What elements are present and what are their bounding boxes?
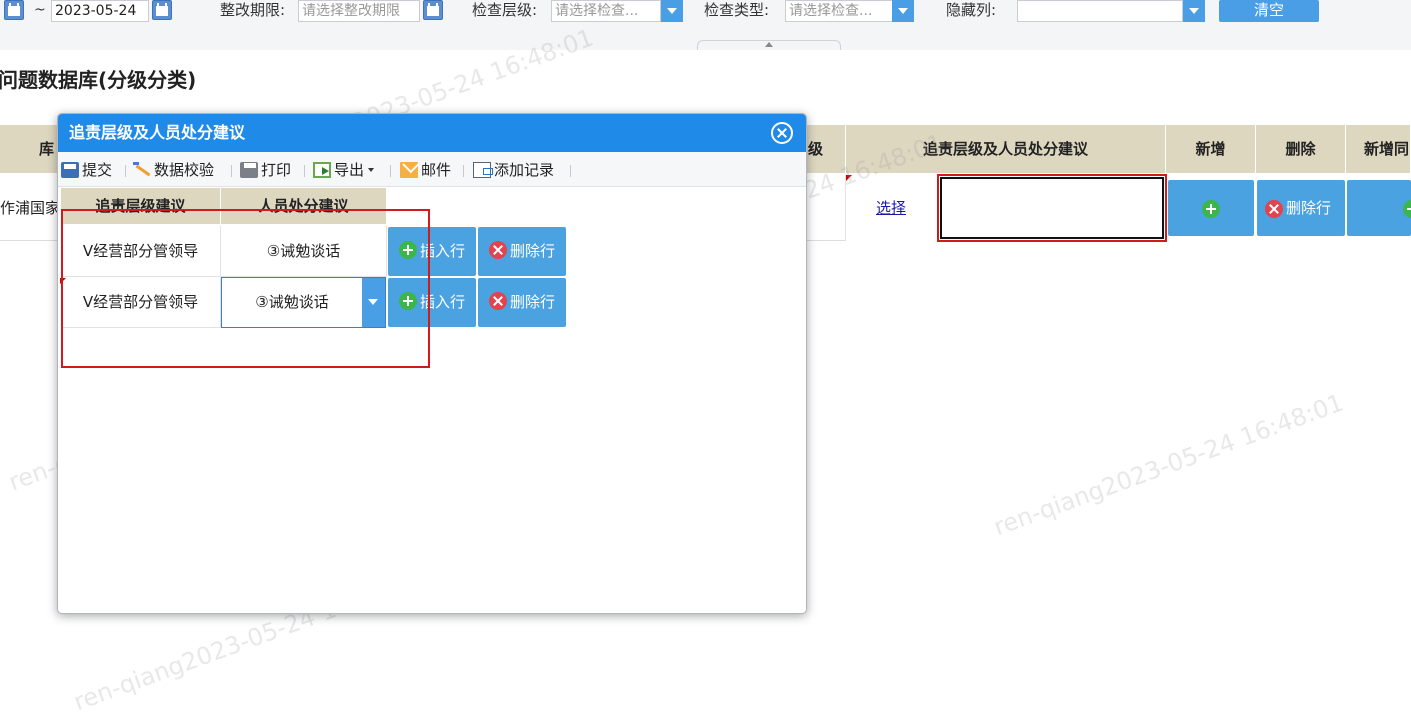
add-record-label: 添加记录 xyxy=(494,161,555,179)
collapse-toggle[interactable] xyxy=(697,40,841,50)
submit-button[interactable]: 提交 xyxy=(61,161,112,179)
grid-cell-level[interactable]: Ⅴ经营部分管领导 xyxy=(61,277,221,328)
mail-icon xyxy=(400,162,418,178)
rectify-deadline-label: 整改期限: xyxy=(220,1,286,19)
add-row-button[interactable] xyxy=(1168,180,1254,236)
dialog-title: 追责层级及人员处分建议 xyxy=(58,114,806,152)
chevron-down-icon[interactable] xyxy=(661,0,683,22)
accountability-edit-cell[interactable] xyxy=(937,174,1167,242)
print-icon xyxy=(240,162,258,178)
insert-row-label: 插入行 xyxy=(419,242,465,260)
clear-button[interactable]: 清空 xyxy=(1219,0,1319,22)
delete-icon xyxy=(1265,199,1283,218)
table-header-delete: 删除 xyxy=(1256,125,1346,173)
toolbar-divider xyxy=(304,165,305,177)
plus-icon xyxy=(398,292,417,310)
punishment-select[interactable]: ③诫勉谈话 xyxy=(221,277,386,328)
hidden-cols-select[interactable] xyxy=(1017,0,1183,22)
calendar-start-icon[interactable] xyxy=(4,0,24,20)
check-type-select[interactable]: 请选择检查... xyxy=(785,0,893,22)
table-header-accountability: 追责层级及人员处分建议 xyxy=(846,125,1166,173)
delete-row-button[interactable]: 删除行 xyxy=(478,278,566,327)
plus-icon xyxy=(398,241,417,259)
insert-row-button[interactable]: 插入行 xyxy=(388,227,476,276)
select-link[interactable]: 选择 xyxy=(876,197,906,218)
delete-row-button[interactable]: 删除行 xyxy=(478,227,566,276)
punishment-select-value: ③诫勉谈话 xyxy=(255,293,329,311)
grid-header-punishment: 人员处分建议 xyxy=(221,188,387,224)
add-record-icon xyxy=(473,162,493,178)
insert-row-button[interactable]: 插入行 xyxy=(388,278,476,327)
delete-row-label: 删除行 xyxy=(509,242,555,260)
table-header-level: 级 xyxy=(806,125,846,173)
insert-row-label: 插入行 xyxy=(419,293,465,311)
chevron-down-icon[interactable] xyxy=(362,278,385,327)
dirty-cell-marker xyxy=(846,175,852,181)
grid-cell-punishment[interactable]: ③诫勉谈话 xyxy=(221,226,387,277)
page: ~ 2023-05-24 整改期限: 请选择整改期限 检查层级: 请选择检查..… xyxy=(0,0,1411,720)
dirty-cell-marker xyxy=(60,278,66,284)
export-icon xyxy=(313,162,331,178)
toolbar-divider xyxy=(463,165,464,177)
export-label: 导出 xyxy=(334,161,365,179)
dialog-toolbar: 提交 数据校验 打印 导出 邮件 添加记录 xyxy=(58,152,806,187)
filter-bar: ~ 2023-05-24 整改期限: 请选择整改期限 检查层级: 请选择检查..… xyxy=(0,0,1411,50)
check-level-select[interactable]: 请选择检查... xyxy=(551,0,661,22)
table-header-library: 库 xyxy=(0,125,58,173)
validate-button[interactable]: 数据校验 xyxy=(133,161,214,179)
check-type-label: 检查类型: xyxy=(704,1,770,19)
date-range-separator: ~ xyxy=(34,2,46,18)
grid-header-level: 追责层级建议 xyxy=(61,188,221,224)
date-end-input[interactable]: 2023-05-24 xyxy=(51,0,149,22)
table-cell-library: 作浦国家 xyxy=(0,175,58,241)
plus-icon xyxy=(1403,199,1411,218)
close-icon[interactable] xyxy=(771,122,793,144)
delete-row-label: 删除行 xyxy=(509,293,555,311)
rectify-deadline-input[interactable]: 请选择整改期限 xyxy=(298,0,420,22)
delete-row-label: 删除行 xyxy=(1286,199,1332,217)
chevron-down-icon[interactable] xyxy=(1183,0,1205,22)
export-button[interactable]: 导出 xyxy=(313,161,375,179)
chevron-down-icon[interactable] xyxy=(892,0,914,22)
delete-row-button[interactable]: 删除行 xyxy=(1257,180,1345,236)
mail-button[interactable]: 邮件 xyxy=(400,161,451,179)
table-cell-level xyxy=(806,175,846,241)
add-same-button[interactable] xyxy=(1347,180,1411,236)
toolbar-divider xyxy=(231,165,232,177)
print-button[interactable]: 打印 xyxy=(240,161,291,179)
submit-label: 提交 xyxy=(82,161,113,179)
caret-down-icon xyxy=(368,168,375,172)
accountability-dialog: 追责层级及人员处分建议 提交 数据校验 打印 导出 邮件 添加记录 追责层级建议… xyxy=(57,113,807,614)
watermark: ren-qiang2023-05-24 16:48:01 xyxy=(990,388,1348,542)
plus-icon xyxy=(1202,199,1220,218)
save-icon xyxy=(61,162,79,178)
toolbar-divider xyxy=(125,165,126,177)
page-title: 问题数据库(分级分类) xyxy=(0,68,197,92)
print-label: 打印 xyxy=(261,161,292,179)
validate-label: 数据校验 xyxy=(154,161,215,179)
validate-icon xyxy=(133,162,151,178)
delete-icon xyxy=(488,292,507,310)
grid-cell-level[interactable]: Ⅴ经营部分管领导 xyxy=(61,226,221,277)
table-header-add: 新增 xyxy=(1166,125,1256,173)
toolbar-divider xyxy=(570,165,571,177)
check-level-label: 检查层级: xyxy=(472,1,538,19)
delete-icon xyxy=(488,241,507,259)
add-record-button[interactable]: 添加记录 xyxy=(473,161,554,179)
calendar-end-icon[interactable] xyxy=(152,0,172,20)
calendar-deadline-icon[interactable] xyxy=(423,0,443,20)
toolbar-divider xyxy=(390,165,391,177)
table-header-add-same: 新增同 xyxy=(1346,125,1411,173)
mail-label: 邮件 xyxy=(421,161,452,179)
hidden-cols-label: 隐藏列: xyxy=(946,1,997,19)
